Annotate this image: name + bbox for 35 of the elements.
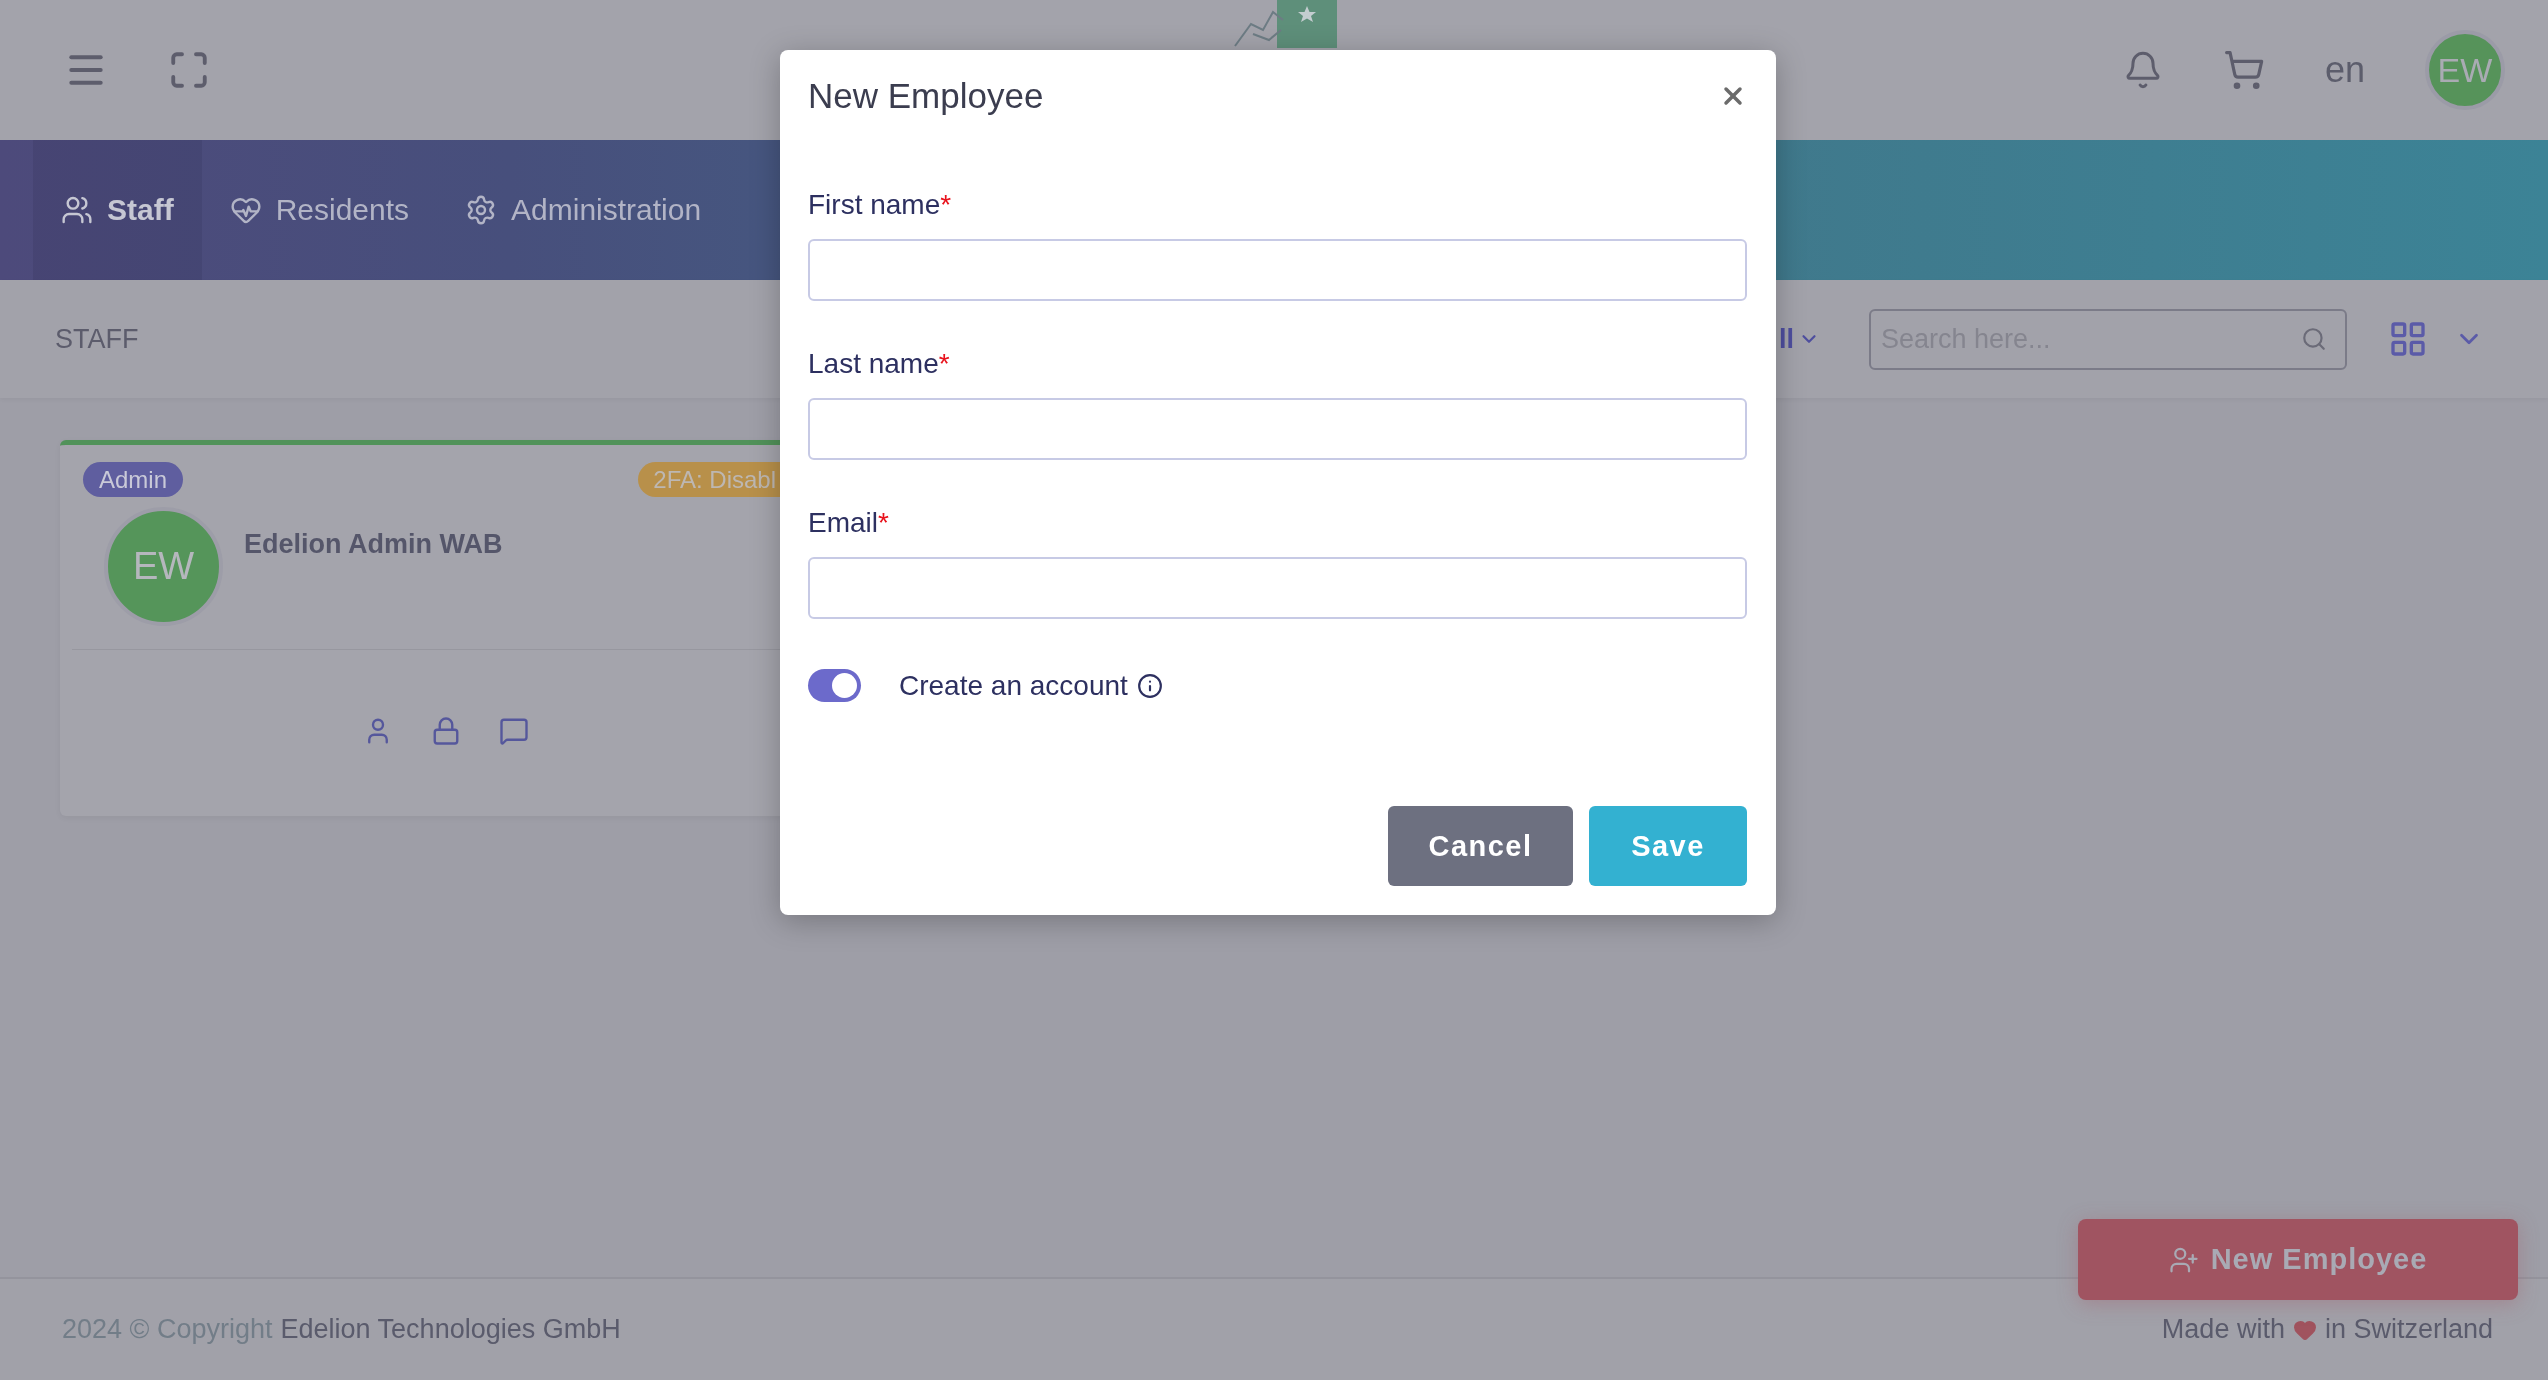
nav-tab[interactable]: Residents [201,140,438,280]
info-icon[interactable] [1136,672,1163,699]
toggle-label: Create an account [899,669,1128,702]
nav-tab[interactable]: Administration [437,140,730,280]
fullscreen-icon[interactable] [168,49,210,91]
field-label: Last name* [808,347,951,381]
company-link[interactable]: Edelion Technologies GmbH [280,1314,621,1345]
save-button[interactable]: Save [1589,806,1747,886]
dialog-title: New Employee [808,76,1044,116]
filter-dropdown[interactable]: ll [1779,323,1820,355]
two-factor-badge: 2FA: Disabl [638,462,780,497]
toggle-switch[interactable] [808,669,861,702]
logo-icon [1232,0,1337,48]
cancel-button[interactable]: Cancel [1388,806,1573,886]
search-icon[interactable] [2301,325,2327,352]
input-field[interactable] [808,239,1747,301]
language-selector[interactable]: en [2324,49,2365,91]
field-label: Email* [808,506,890,540]
new-employee-button[interactable]: New Employee [2078,1219,2518,1300]
input-field[interactable] [808,557,1747,619]
speech-bubble-icon[interactable] [499,716,529,746]
cart-icon[interactable] [2222,49,2265,91]
people-icon [61,194,93,226]
location-text: in Switzerland [2324,1314,2493,1345]
staff-name: Edelion Admin WAB [244,529,503,560]
role-badge: Admin [83,462,184,497]
page-title: STAFF [55,323,139,355]
input-field[interactable] [808,398,1747,460]
made-with-text: Made with [2161,1314,2285,1345]
lock-icon[interactable] [431,716,461,746]
nav-tab[interactable]: Staff [33,140,202,280]
user-avatar[interactable]: EW [2425,30,2505,110]
staff-avatar: EW [104,507,223,626]
grid-view-icon[interactable] [2388,319,2428,359]
field-label: First name* [808,188,953,222]
